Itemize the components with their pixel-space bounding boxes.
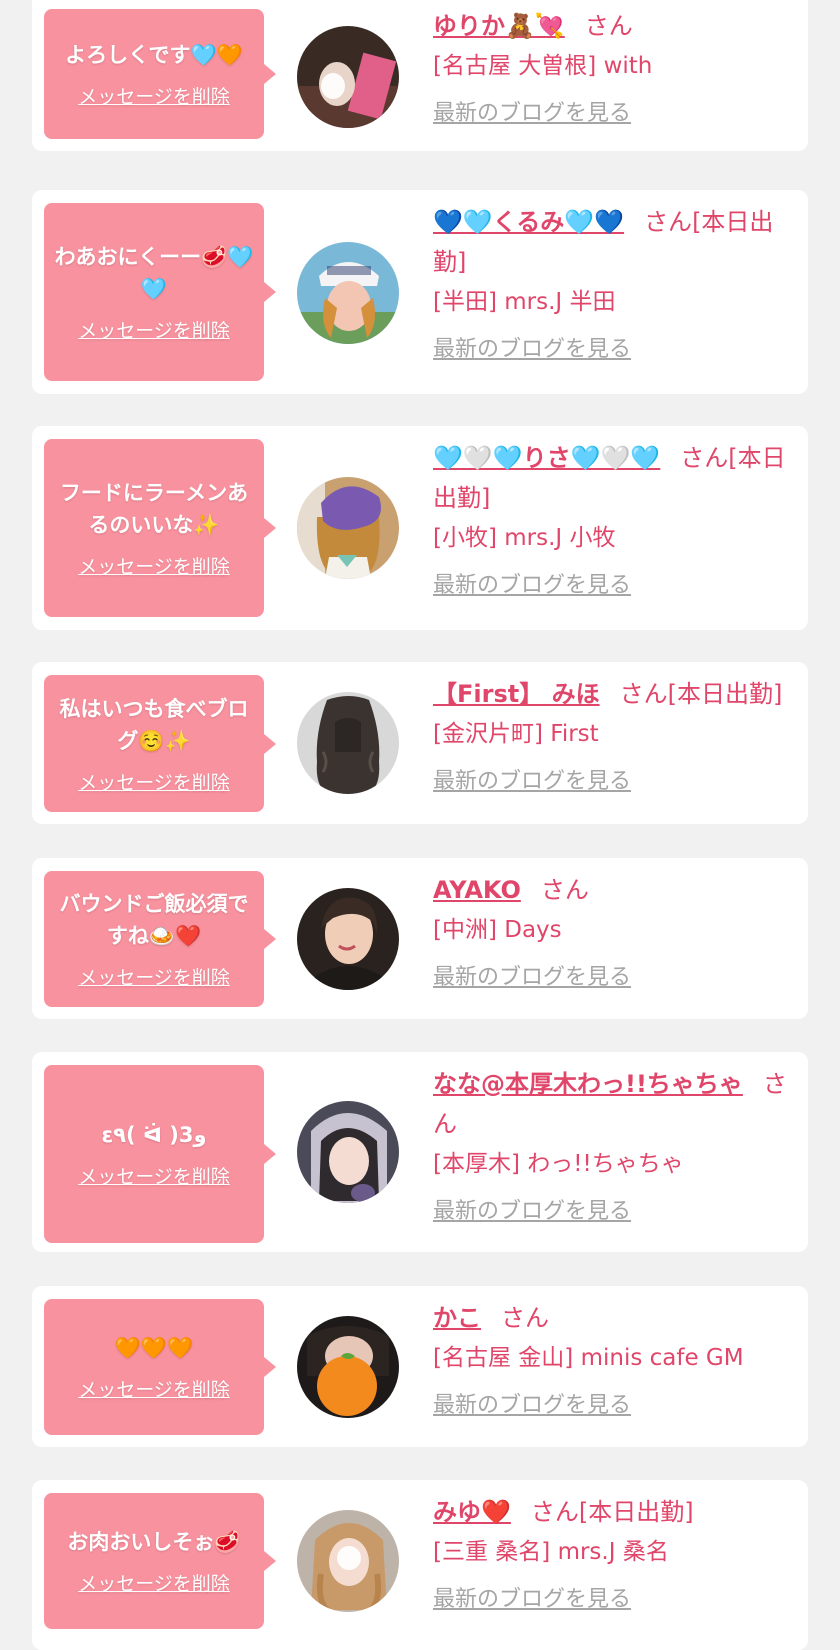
cast-name-link[interactable]: かこ xyxy=(433,1304,481,1332)
cast-name-link[interactable]: 【First】 みほ xyxy=(433,680,600,708)
shop-label: [名古屋 大曽根] with xyxy=(433,53,653,79)
delete-message-button[interactable]: メッセージを削除 xyxy=(78,85,230,109)
honorific: さん xyxy=(644,208,693,236)
info-block: かこ さん [名古屋 金山] minis cafe GM 最新のブログを見る xyxy=(433,1298,794,1422)
shop-label: [名古屋 金山] minis cafe GM xyxy=(433,1345,744,1371)
list-item: わあおにくーー🥩🩵🩵 メッセージを削除 💙🩵くるみ🩵💙 さん[本日出勤] [半田]… xyxy=(32,190,808,394)
list-item: フードにラーメンあるのいいな✨ メッセージを削除 🩵🤍🩵りさ🩵🤍🩵 さん[本日出勤… xyxy=(32,426,808,630)
info-block: AYAKO さん [中洲] Days 最新のブログを見る xyxy=(433,870,794,994)
message-bubble: バウンドご飯必須ですね🍛❤️ メッセージを削除 xyxy=(44,871,276,1007)
shop-label: [半田] mrs.J 半田 xyxy=(433,289,616,315)
delete-message-button[interactable]: メッセージを削除 xyxy=(78,771,230,795)
shop-label: [小牧] mrs.J 小牧 xyxy=(433,525,616,551)
info-block: 💙🩵くるみ🩵💙 さん[本日出勤] [半田] mrs.J 半田 最新のブログを見る xyxy=(433,202,794,366)
avatar[interactable] xyxy=(297,26,399,128)
shop-label: [中洲] Days xyxy=(433,917,562,943)
avatar[interactable] xyxy=(297,888,399,990)
delete-message-button[interactable]: メッセージを削除 xyxy=(78,1378,230,1402)
message-text: 🧡🧡🧡 xyxy=(114,1336,194,1360)
shop-label: [三重 桑名] mrs.J 桑名 xyxy=(433,1539,669,1565)
avatar[interactable] xyxy=(297,242,399,344)
blog-link[interactable]: 最新のブログを見る xyxy=(433,1390,631,1422)
profile-photo-icon xyxy=(297,242,399,344)
blog-link[interactable]: 最新のブログを見る xyxy=(433,570,631,602)
profile-photo-icon xyxy=(297,477,399,579)
honorific: さん xyxy=(680,444,729,472)
list-item: よろしくです🩵🧡 メッセージを削除 ゆりか🧸💘 さん [名古屋 大曽根] with… xyxy=(32,0,808,151)
avatar[interactable] xyxy=(297,1316,399,1418)
name-line: 🩵🤍🩵りさ🩵🤍🩵 さん[本日出勤] xyxy=(433,438,794,518)
blog-link[interactable]: 最新のブログを見る xyxy=(433,1196,631,1228)
list-item: 🧡🧡🧡 メッセージを削除 かこ さん [名古屋 金山] minis cafe GM… xyxy=(32,1286,808,1447)
info-block: みゆ❤️ さん[本日出勤] [三重 桑名] mrs.J 桑名 最新のブログを見る xyxy=(433,1492,794,1616)
avatar[interactable] xyxy=(297,692,399,794)
message-bubble: わあおにくーー🥩🩵🩵 メッセージを削除 xyxy=(44,203,276,381)
honorific: さん xyxy=(540,876,589,904)
message-bubble: ε٩( ᐛ )و3 メッセージを削除 xyxy=(44,1065,276,1243)
profile-photo-icon xyxy=(297,1510,399,1612)
shop-label: [本厚木] わっ!!ちゃちゃ xyxy=(433,1151,684,1177)
profile-photo-icon xyxy=(297,692,399,794)
status-badge: [本日出勤] xyxy=(667,680,783,708)
honorific: さん xyxy=(530,1498,579,1526)
cast-name-link[interactable]: AYAKO xyxy=(433,876,521,904)
message-text: ε٩( ᐛ )و3 xyxy=(101,1123,207,1147)
name-line: なな@本厚木わっ!!ちゃちゃ さん xyxy=(433,1064,794,1144)
blog-link[interactable]: 最新のブログを見る xyxy=(433,98,631,130)
info-block: 【First】 みほ さん[本日出勤] [金沢片町] First 最新のブログを見… xyxy=(433,674,794,798)
name-line: かこ さん xyxy=(433,1298,794,1338)
honorific: さん xyxy=(501,1304,549,1332)
message-bubble: 🧡🧡🧡 メッセージを削除 xyxy=(44,1299,276,1435)
message-text: 私はいつも食べブログ☺️✨ xyxy=(59,696,249,753)
delete-message-button[interactable]: メッセージを削除 xyxy=(78,1165,230,1189)
cast-name-link[interactable]: 💙🩵くるみ🩵💙 xyxy=(433,208,624,236)
blog-link[interactable]: 最新のブログを見る xyxy=(433,334,631,366)
list-item: ε٩( ᐛ )و3 メッセージを削除 なな@本厚木わっ!!ちゃちゃ さん [本厚木… xyxy=(32,1052,808,1252)
name-line: 💙🩵くるみ🩵💙 さん[本日出勤] xyxy=(433,202,794,282)
honorific: さん xyxy=(619,680,668,708)
profile-photo-icon xyxy=(297,1316,399,1418)
cast-name-link[interactable]: みゆ❤️ xyxy=(433,1498,511,1526)
message-list: よろしくです🩵🧡 メッセージを削除 ゆりか🧸💘 さん [名古屋 大曽根] with… xyxy=(0,0,840,1650)
avatar[interactable] xyxy=(297,477,399,579)
info-block: 🩵🤍🩵りさ🩵🤍🩵 さん[本日出勤] [小牧] mrs.J 小牧 最新のブログを見る xyxy=(433,438,794,602)
avatar[interactable] xyxy=(297,1101,399,1203)
list-item: 私はいつも食べブログ☺️✨ メッセージを削除 【First】 みほ さん[本日出勤… xyxy=(32,662,808,824)
message-text: よろしくです🩵🧡 xyxy=(65,43,243,67)
name-line: 【First】 みほ さん[本日出勤] xyxy=(433,674,794,714)
blog-link[interactable]: 最新のブログを見る xyxy=(433,1584,631,1616)
message-bubble: お肉おいしそぉ🥩 メッセージを削除 xyxy=(44,1493,276,1629)
cast-name-link[interactable]: ゆりか🧸💘 xyxy=(433,12,565,40)
profile-photo-icon xyxy=(297,888,399,990)
message-text: バウンドご飯必須ですね🍛❤️ xyxy=(59,892,249,948)
cast-name-link[interactable]: なな@本厚木わっ!!ちゃちゃ xyxy=(433,1070,743,1098)
name-line: ゆりか🧸💘 さん xyxy=(433,6,794,46)
name-line: AYAKO さん xyxy=(433,870,794,910)
blog-link[interactable]: 最新のブログを見る xyxy=(433,962,631,994)
message-bubble: 私はいつも食べブログ☺️✨ メッセージを削除 xyxy=(44,675,276,812)
list-item: バウンドご飯必須ですね🍛❤️ メッセージを削除 AYAKO さん [中洲] Day… xyxy=(32,858,808,1019)
delete-message-button[interactable]: メッセージを削除 xyxy=(78,319,230,343)
message-bubble: フードにラーメンあるのいいな✨ メッセージを削除 xyxy=(44,439,276,617)
message-bubble: よろしくです🩵🧡 メッセージを削除 xyxy=(44,9,276,139)
delete-message-button[interactable]: メッセージを削除 xyxy=(78,555,230,579)
profile-photo-icon xyxy=(297,26,399,128)
cast-name-link[interactable]: 🩵🤍🩵りさ🩵🤍🩵 xyxy=(433,444,660,472)
info-block: ゆりか🧸💘 さん [名古屋 大曽根] with 最新のブログを見る xyxy=(433,6,794,130)
blog-link[interactable]: 最新のブログを見る xyxy=(433,766,631,798)
message-text: お肉おいしそぉ🥩 xyxy=(67,1530,241,1554)
status-badge: [本日出勤] xyxy=(578,1498,694,1526)
message-text: フードにラーメンあるのいいな✨ xyxy=(59,481,249,537)
name-line: みゆ❤️ さん[本日出勤] xyxy=(433,1492,794,1532)
message-text: わあおにくーー🥩🩵🩵 xyxy=(54,245,254,301)
delete-message-button[interactable]: メッセージを削除 xyxy=(78,1572,230,1596)
list-item: お肉おいしそぉ🥩 メッセージを削除 みゆ❤️ さん[本日出勤] [三重 桑名] m… xyxy=(32,1480,808,1650)
delete-message-button[interactable]: メッセージを削除 xyxy=(78,966,230,990)
shop-label: [金沢片町] First xyxy=(433,721,599,747)
profile-photo-icon xyxy=(297,1101,399,1203)
info-block: なな@本厚木わっ!!ちゃちゃ さん [本厚木] わっ!!ちゃちゃ 最新のブログを見… xyxy=(433,1064,794,1228)
honorific: さん xyxy=(584,12,633,40)
avatar[interactable] xyxy=(297,1510,399,1612)
